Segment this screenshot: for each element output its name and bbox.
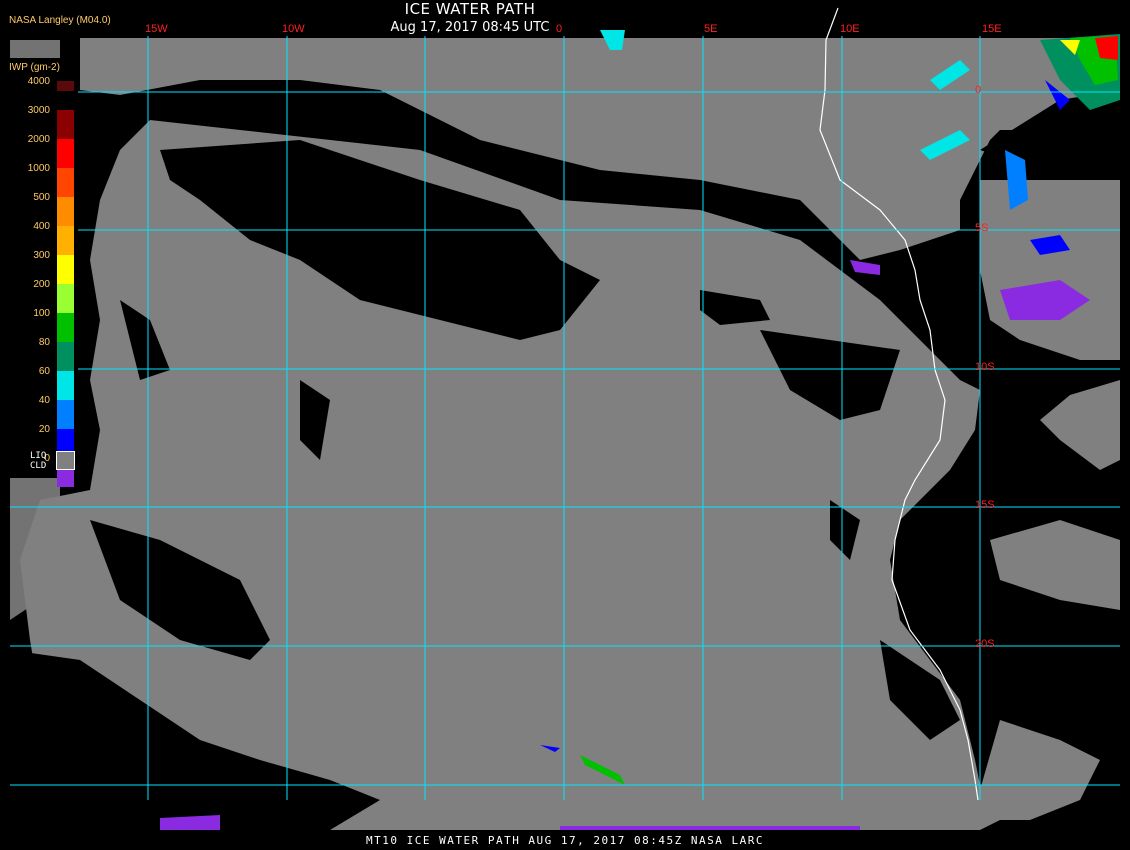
legend-label: 300: [33, 250, 50, 261]
longitude-label: 10W: [282, 23, 305, 35]
legend-swatch: [57, 400, 74, 429]
liquid-cloud-swatch: [56, 451, 75, 470]
map-title: ICE WATER PATH: [404, 0, 536, 18]
legend-label: 400: [33, 221, 50, 232]
legend-swatch: [57, 226, 74, 255]
legend-swatch: [57, 342, 74, 371]
satellite-map: [0, 0, 1130, 850]
legend-label: 40: [38, 395, 50, 406]
legend-swatch: [57, 139, 74, 168]
provider-label: NASA Langley (M04.0): [9, 15, 111, 26]
legend-label: 80: [38, 337, 50, 348]
legend-label: 20: [38, 424, 50, 435]
legend-swatch: [57, 371, 74, 400]
legend-label: 4000: [27, 76, 50, 87]
liquid-cloud-label: LIQ CLD: [30, 451, 46, 471]
longitude-label: 10E: [840, 23, 860, 35]
legend-swatch: [57, 284, 74, 313]
legend-swatch: [57, 168, 74, 197]
legend-label: 100: [33, 308, 50, 319]
latitude-label: 15S: [975, 499, 995, 511]
liquid-label-line2: CLD: [30, 461, 47, 471]
longitude-label: 0: [556, 23, 563, 35]
legend-label: 1000: [27, 163, 50, 174]
legend-title: IWP (gm-2): [9, 62, 60, 73]
latitude-label: 20S: [975, 638, 995, 650]
legend-label: 500: [33, 192, 50, 203]
longitude-label: 15W: [145, 23, 168, 35]
liquid-label-line1: LIQ: [30, 451, 47, 461]
latitude-label: 0: [975, 84, 982, 96]
legend-swatch: [57, 197, 74, 226]
map-datetime: Aug 17, 2017 08:45 UTC: [390, 20, 550, 35]
legend-swatch: [57, 313, 74, 342]
legend-label: 60: [38, 366, 50, 377]
legend-swatch: [57, 110, 74, 139]
longitude-label: 5E: [704, 23, 718, 35]
legend-label: 200: [33, 279, 50, 290]
latitude-label: 10S: [975, 361, 995, 373]
legend-swatch: [57, 255, 74, 284]
latitude-label: 5S: [975, 222, 989, 234]
legend-label: 2000: [27, 134, 50, 145]
legend-swatch: [57, 81, 74, 91]
legend-label: 3000: [27, 105, 50, 116]
longitude-label: 15E: [982, 23, 1002, 35]
footer-caption: MT10 ICE WATER PATH AUG 17, 2017 08:45Z …: [365, 834, 764, 847]
